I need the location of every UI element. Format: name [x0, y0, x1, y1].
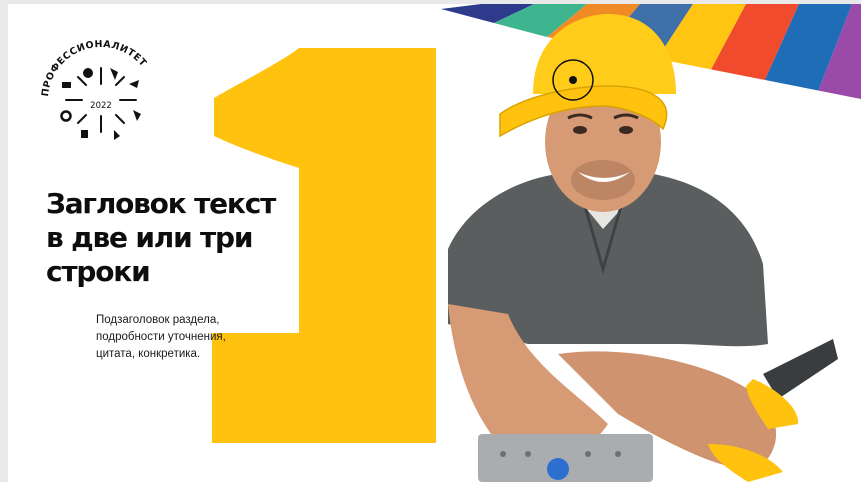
slide-subtitle: Подзаголовок раздела, подробности уточне…: [96, 312, 296, 363]
slide-canvas: 1 ПРОФЕССИОНАЛИТЕТ: [8, 4, 861, 482]
slide-title: Загловок текст в две или три строки: [46, 187, 366, 289]
title-line-3: строки: [46, 255, 151, 288]
subtitle-line-3: цитата, конкретика.: [96, 348, 201, 360]
title-line-2: в две или три: [46, 221, 254, 254]
worker-photo: [408, 14, 861, 482]
subtitle-line-2: подробности уточнения,: [96, 331, 226, 343]
professionalitet-logo: ПРОФЕССИОНАЛИТЕТ 2022: [36, 38, 166, 168]
subtitle-line-1: Подзаголовок раздела,: [96, 314, 220, 326]
svg-text:2022: 2022: [90, 101, 112, 111]
svg-text:ПРОФЕССИОНАЛИТЕТ: ПРОФЕССИОНАЛИТЕТ: [40, 39, 149, 97]
title-line-1: Загловок текст: [46, 187, 276, 220]
